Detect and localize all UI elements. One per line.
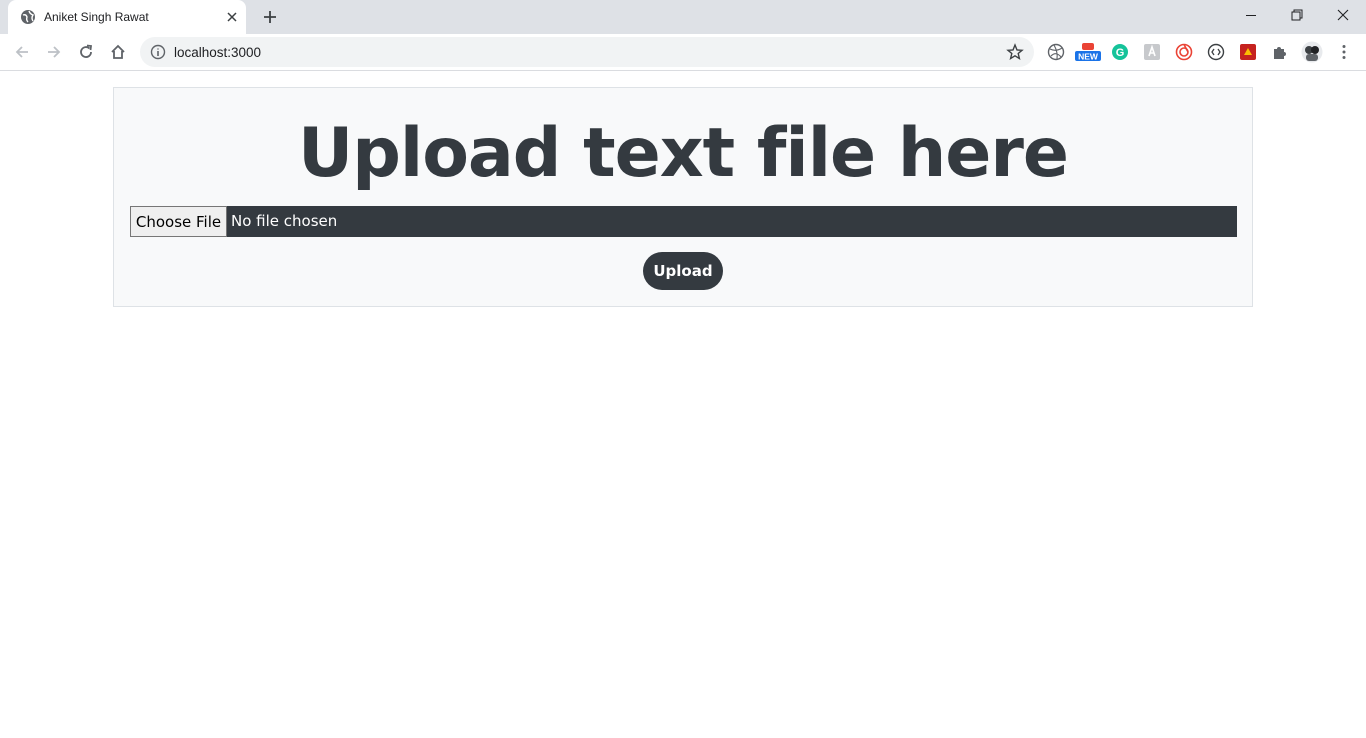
address-bar[interactable]: localhost:3000 [140,37,1034,67]
browser-toolbar: localhost:3000 NEW G [0,34,1366,71]
red-extension-icon[interactable] [1238,42,1258,62]
browser-tab[interactable]: Aniket Singh Rawat [8,0,246,34]
bookmark-star-icon[interactable] [1006,43,1024,61]
file-input[interactable]: Choose File No file chosen [130,206,1237,237]
reload-icon[interactable] [74,40,98,64]
choose-file-button[interactable]: Choose File [130,206,227,237]
new-badge-icon[interactable]: NEW [1075,42,1101,62]
new-badge-label: NEW [1078,52,1099,62]
page-title: Upload text file here [298,114,1069,193]
tab-strip: Aniket Singh Rawat [0,0,1366,34]
home-icon[interactable] [106,40,130,64]
close-window-icon[interactable] [1320,0,1366,30]
dribbble-like-icon[interactable] [1046,42,1066,62]
spiral-extension-icon[interactable] [1174,42,1194,62]
site-info-icon[interactable] [150,44,166,60]
menu-kebab-icon[interactable] [1334,42,1354,62]
close-tab-icon[interactable] [224,9,240,25]
puzzle-icon[interactable] [1270,42,1290,62]
code-bracket-icon[interactable] [1206,42,1226,62]
new-tab-icon[interactable] [259,6,281,28]
extension-gray-icon[interactable] [1142,42,1162,62]
forward-icon[interactable] [42,40,66,64]
url-text[interactable]: localhost:3000 [174,45,261,60]
tab-title: Aniket Singh Rawat [44,10,149,24]
grammarly-label: G [1116,47,1125,59]
back-icon[interactable] [10,40,34,64]
file-status-text: No file chosen [231,212,338,230]
grammarly-icon[interactable]: G [1110,42,1130,62]
profile-avatar-icon[interactable] [1300,41,1324,63]
restore-icon[interactable] [1274,0,1320,30]
upload-button[interactable]: Upload [643,252,723,290]
minimize-icon[interactable] [1228,0,1274,30]
globe-icon [20,9,36,25]
upload-card: Upload text file here Choose File No fil… [113,87,1253,307]
